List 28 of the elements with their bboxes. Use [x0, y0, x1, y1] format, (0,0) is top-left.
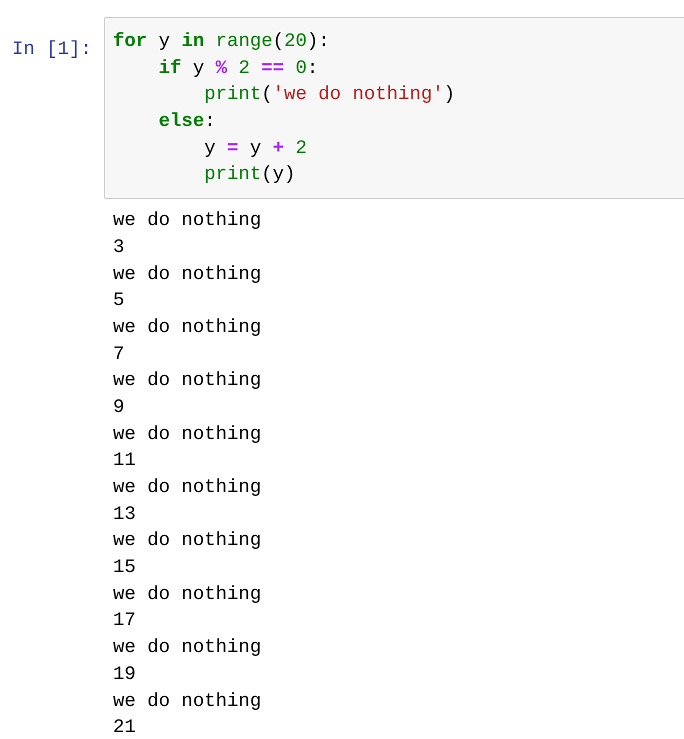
cell-prompt: In [1]: — [11, 37, 93, 62]
code-line: print('we do nothing') — [203, 82, 456, 108]
output-line: we do nothing — [113, 635, 262, 660]
code-line: y = y + 2 — [203, 136, 308, 161]
output-line: we do nothing — [113, 688, 262, 714]
output-line: 3 — [113, 234, 126, 260]
output-line: we do nothing — [113, 422, 262, 447]
code-line: for y in range(20): — [113, 29, 331, 54]
output-line: 11 — [113, 448, 137, 474]
code-line: if y % 2 == 0: — [158, 56, 320, 81]
output-line: we do nothing — [113, 262, 262, 286]
output-line: we do nothing — [113, 528, 262, 554]
output-line: 17 — [113, 608, 137, 634]
output-line: 9 — [113, 394, 126, 420]
output-line: 5 — [113, 288, 126, 314]
output-line: we do nothing — [113, 208, 262, 234]
output-line: we do nothing — [113, 314, 262, 340]
code-cell[interactable]: for y in range(20): if y % 2 == 0: print('we do nothing') else: y = y + 2 print(y) — [104, 17, 684, 200]
output-line: 21 — [113, 715, 137, 739]
output-line: we do nothing — [113, 368, 262, 394]
code-line: else: — [158, 109, 217, 134]
output-line: 15 — [113, 555, 137, 580]
output-line: we do nothing — [113, 582, 262, 607]
output-line: we do nothing — [113, 475, 262, 500]
output-line: 13 — [113, 502, 137, 527]
output-line: 7 — [113, 342, 126, 367]
output-line: 19 — [113, 662, 137, 687]
code-line: print(y) — [203, 162, 296, 188]
